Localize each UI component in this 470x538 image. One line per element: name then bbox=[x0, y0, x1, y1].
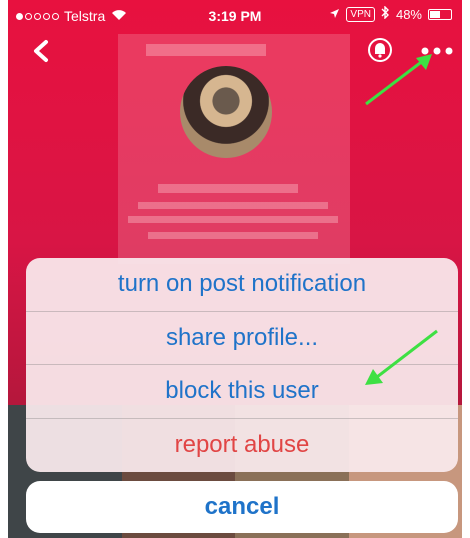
screen: Telstra 3:19 PM VPN 48% turn on post not… bbox=[8, 0, 462, 538]
location-icon bbox=[329, 7, 340, 22]
battery-percentage: 48% bbox=[395, 6, 422, 22]
cancel-button[interactable]: cancel bbox=[26, 481, 458, 533]
vpn-badge: VPN bbox=[346, 6, 375, 22]
report-abuse-button[interactable]: report abuse bbox=[26, 419, 458, 473]
bluetooth-icon bbox=[381, 5, 390, 22]
annotation-arrow-icon bbox=[365, 329, 438, 385]
annotation-arrow-icon bbox=[365, 54, 432, 106]
avatar bbox=[180, 66, 272, 158]
status-bar: Telstra 3:19 PM VPN 48% bbox=[8, 0, 462, 32]
turn-on-post-notification-button[interactable]: turn on post notification bbox=[26, 258, 458, 312]
back-icon[interactable] bbox=[28, 36, 52, 66]
profile-header-blurred bbox=[118, 34, 350, 264]
battery-icon bbox=[428, 8, 452, 20]
